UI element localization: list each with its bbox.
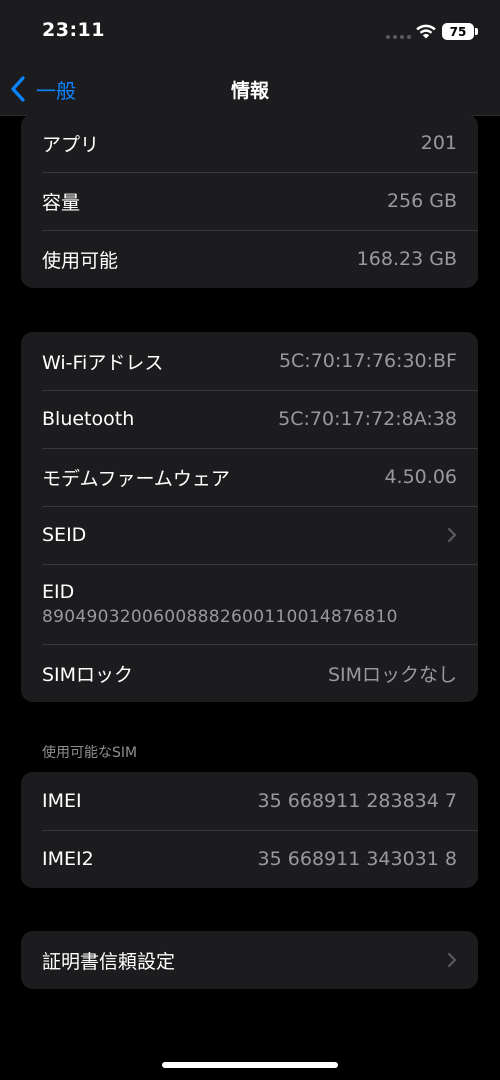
imei2-row: IMEI2 35 668911 343031 8 xyxy=(21,830,478,888)
row-label: EID xyxy=(42,581,75,603)
row-label: モデムファームウェア xyxy=(42,467,230,490)
row-label: IMEI xyxy=(42,790,82,812)
row-label: Wi-Fiアドレス xyxy=(42,351,164,374)
wifi-address-row: Wi-Fiアドレス 5C:70:17:76:30:BF xyxy=(21,332,478,390)
row-label: Bluetooth xyxy=(42,408,135,430)
battery-level: 75 xyxy=(449,24,467,39)
row-value: 5C:70:17:72:8A:38 xyxy=(278,408,457,430)
row-value: 4.50.06 xyxy=(384,466,457,488)
sim-section-header: 使用可能なSIM xyxy=(42,745,138,761)
wifi-icon xyxy=(416,24,436,39)
sim-lock-row: SIMロック SIMロックなし xyxy=(21,644,478,702)
status-bar: 23:11 75 xyxy=(0,0,500,62)
apps-row: アプリ 201 xyxy=(21,114,478,172)
certificate-trust-settings-row[interactable]: 証明書信頼設定 xyxy=(21,931,478,989)
row-label: 容量 xyxy=(42,191,81,214)
page-title: 情報 xyxy=(230,80,269,102)
row-label: 使用可能 xyxy=(42,249,119,272)
battery-tip xyxy=(475,28,478,35)
imei-row: IMEI 35 668911 283834 7 xyxy=(21,772,478,830)
row-value: 35 668911 343031 8 xyxy=(257,848,457,870)
row-value: 201 xyxy=(420,132,457,154)
available-row: 使用可能 168.23 GB xyxy=(21,230,478,288)
row-value: 168.23 GB xyxy=(356,248,457,270)
chevron-right-icon xyxy=(447,527,457,543)
eid-value: 89049032006008882600110014876810 xyxy=(42,607,398,627)
sim-group: IMEI 35 668911 283834 7 IMEI2 35 668911 … xyxy=(21,772,478,888)
row-label: SEID xyxy=(42,524,87,546)
chevron-right-icon xyxy=(447,952,457,968)
seid-row[interactable]: SEID xyxy=(21,506,478,564)
cellular-signal-icon xyxy=(386,35,411,39)
modem-firmware-row: モデムファームウェア 4.50.06 xyxy=(21,448,478,506)
row-label: SIMロック xyxy=(42,663,134,686)
row-value: 256 GB xyxy=(386,190,457,212)
row-label: 証明書信頼設定 xyxy=(42,950,176,973)
home-indicator[interactable] xyxy=(162,1062,338,1068)
row-label: アプリ xyxy=(42,133,100,156)
capacity-row: 容量 256 GB xyxy=(21,172,478,230)
bluetooth-row: Bluetooth 5C:70:17:72:8A:38 xyxy=(21,390,478,448)
row-value: SIMロックなし xyxy=(327,663,457,686)
network-group: Wi-Fiアドレス 5C:70:17:76:30:BF Bluetooth 5C… xyxy=(21,332,478,702)
certificate-group: 証明書信頼設定 xyxy=(21,931,478,989)
row-value: 35 668911 283834 7 xyxy=(257,790,457,812)
status-time: 23:11 xyxy=(42,19,105,41)
battery-icon: 75 xyxy=(442,23,474,40)
eid-row: EID 89049032006008882600110014876810 xyxy=(21,564,478,644)
screen: 23:11 75 一般 情報 アプリ 201 容量 256 GB 使用可能 16… xyxy=(0,0,500,1080)
storage-group: アプリ 201 容量 256 GB 使用可能 168.23 GB xyxy=(21,114,478,288)
row-label: IMEI2 xyxy=(42,848,94,870)
row-value: 5C:70:17:76:30:BF xyxy=(278,350,457,372)
